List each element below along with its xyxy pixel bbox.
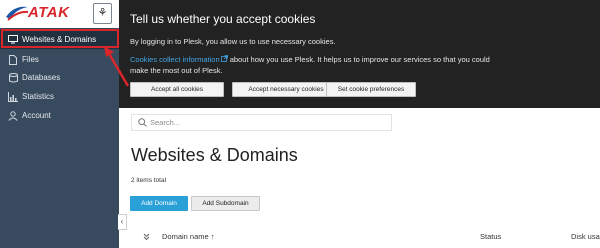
brand-name: ATAK — [28, 4, 70, 21]
logo-swoosh-icon — [6, 6, 29, 21]
table-header: Domain name ↑ Status Disk usa — [130, 230, 600, 248]
sidebar-item-label: Files — [22, 55, 39, 64]
add-domain-button[interactable]: Add Domain — [130, 196, 188, 211]
column-status[interactable]: Status — [480, 232, 501, 241]
database-icon — [8, 72, 18, 83]
sidebar-item-label: Statistics — [22, 92, 55, 101]
page-title: Websites & Domains — [131, 145, 298, 165]
set-cookie-preferences-button[interactable]: Set cookie preferences — [326, 82, 416, 97]
column-domain-name[interactable]: Domain name ↑ — [162, 232, 215, 241]
sidebar-item-label: Websites & Domains — [22, 35, 97, 44]
annotation-arrow-icon — [104, 46, 130, 87]
sidebar-item-label: Databases — [22, 73, 61, 82]
user-icon — [8, 110, 18, 121]
sidebar-item-label: Account — [22, 111, 51, 120]
column-disk-usage[interactable]: Disk usa — [571, 232, 600, 241]
logo-badge-icon: ⚘ — [93, 3, 112, 24]
sidebar-collapse-button[interactable]: ‹ — [118, 214, 127, 230]
add-subdomain-button[interactable]: Add Subdomain — [191, 196, 260, 211]
cookie-banner-title: Tell us whether you accept cookies — [130, 12, 316, 26]
expand-all-icon[interactable] — [143, 233, 150, 242]
monitor-icon — [8, 35, 18, 45]
statistics-icon — [8, 91, 18, 102]
brand-logo[interactable]: ATAK ⚘ — [0, 0, 119, 28]
file-icon — [8, 54, 18, 65]
items-count: 2 items total — [131, 177, 167, 184]
